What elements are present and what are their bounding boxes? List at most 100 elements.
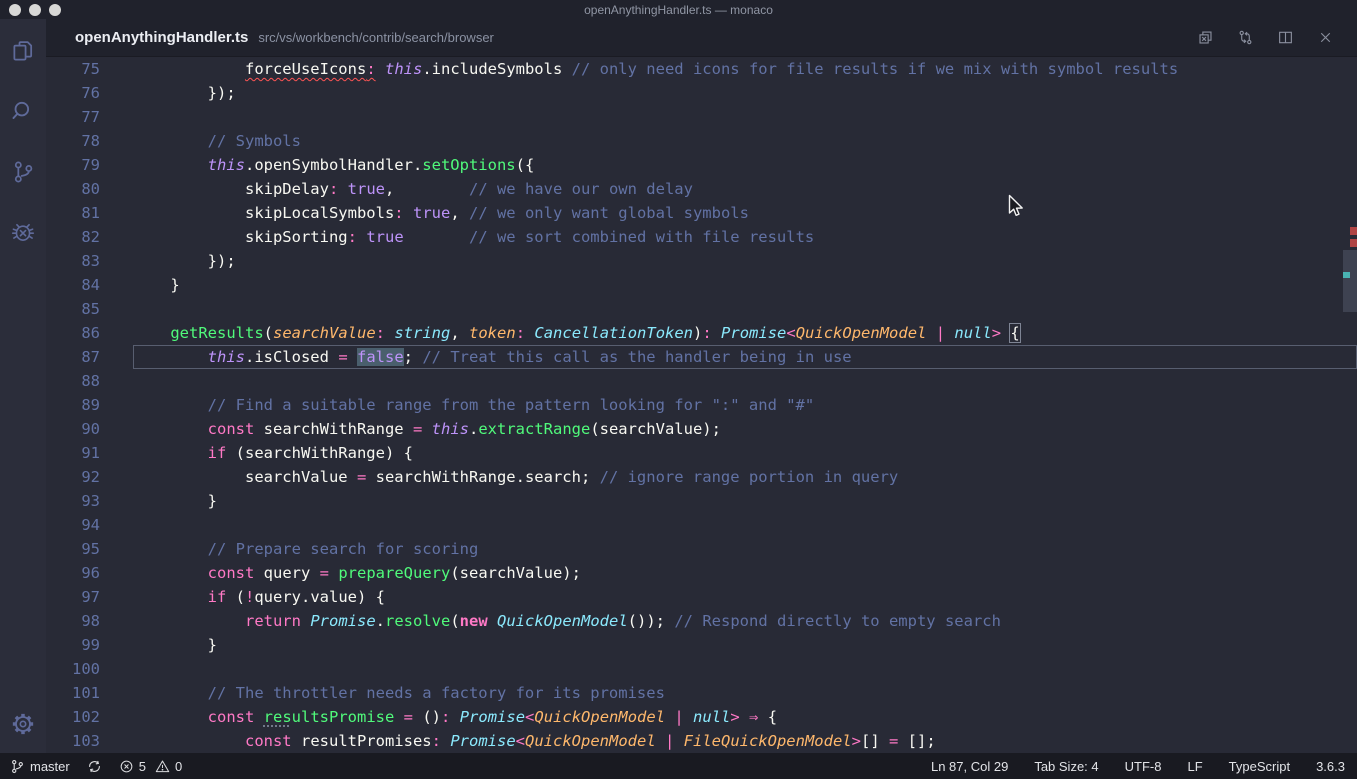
line-number: 88 <box>46 369 133 393</box>
title-bar: openAnythingHandler.ts — monaco <box>0 0 1357 19</box>
warning-icon <box>155 759 170 774</box>
line-number: 102 <box>46 705 133 729</box>
code-line[interactable]: 103 const resultPromises: Promise<QuickO… <box>46 729 1357 753</box>
line-number: 92 <box>46 465 133 489</box>
code-line[interactable]: 87 this.isClosed = false; // Treat this … <box>46 345 1357 369</box>
warning-count: 0 <box>175 759 182 774</box>
sync-icon <box>87 759 102 774</box>
code-text: this.openSymbolHandler.setOptions({ <box>133 153 534 177</box>
eol-status[interactable]: LF <box>1187 759 1202 774</box>
code-text: // The throttler needs a factory for its… <box>133 681 665 705</box>
encoding-status[interactable]: UTF-8 <box>1125 759 1162 774</box>
code-line[interactable]: 78 // Symbols <box>46 129 1357 153</box>
code-line[interactable]: 98 return Promise.resolve(new QuickOpenM… <box>46 609 1357 633</box>
code-line[interactable]: 76 }); <box>46 81 1357 105</box>
line-number: 90 <box>46 417 133 441</box>
code-lines: 75 forceUseIcons: this.includeSymbols //… <box>46 57 1357 753</box>
code-line[interactable]: 99 } <box>46 633 1357 657</box>
typescript-version-status[interactable]: 3.6.3 <box>1316 759 1345 774</box>
code-line[interactable]: 88 <box>46 369 1357 393</box>
code-text: const resultPromises: Promise<QuickOpenM… <box>133 729 936 753</box>
debug-icon[interactable] <box>8 217 38 247</box>
code-line[interactable]: 80 skipDelay: true, // we have our own d… <box>46 177 1357 201</box>
code-text: } <box>133 489 217 513</box>
line-number: 97 <box>46 585 133 609</box>
split-editor-icon[interactable] <box>1277 29 1294 46</box>
cursor-position-status[interactable]: Ln 87, Col 29 <box>931 759 1008 774</box>
code-line[interactable]: 92 searchValue = searchWithRange.search;… <box>46 465 1357 489</box>
git-branch-icon <box>10 759 25 774</box>
search-icon[interactable] <box>8 97 38 127</box>
line-number: 80 <box>46 177 133 201</box>
settings-gear-icon[interactable] <box>8 709 38 739</box>
language-mode-status[interactable]: TypeScript <box>1229 759 1290 774</box>
source-control-icon[interactable] <box>8 157 38 187</box>
code-line[interactable]: 84 } <box>46 273 1357 297</box>
line-number: 101 <box>46 681 133 705</box>
code-text: }); <box>133 81 236 105</box>
tab-size-status[interactable]: Tab Size: 4 <box>1034 759 1098 774</box>
code-line[interactable]: 100 <box>46 657 1357 681</box>
tab-file-path: src/vs/workbench/contrib/search/browser <box>258 30 494 45</box>
sync-status[interactable] <box>87 759 102 774</box>
line-number: 98 <box>46 609 133 633</box>
tab-openanythinghandler[interactable]: openAnythingHandler.ts src/vs/workbench/… <box>46 29 1197 46</box>
code-text: skipDelay: true, // we have our own dela… <box>133 177 693 201</box>
code-text: const query = prepareQuery(searchValue); <box>133 561 581 585</box>
scrollbar-slider[interactable] <box>1343 250 1357 312</box>
code-text: // Find a suitable range from the patter… <box>133 393 814 417</box>
code-text: skipSorting: true // we sort combined wi… <box>133 225 814 249</box>
compare-changes-icon[interactable] <box>1237 29 1254 46</box>
status-bar: master 5 <box>0 753 1357 779</box>
tab-filename: openAnythingHandler.ts <box>75 29 248 46</box>
git-branch-name: master <box>30 759 70 774</box>
code-text: // Symbols <box>133 129 301 153</box>
close-icon[interactable] <box>1317 29 1334 46</box>
code-text: } <box>133 633 217 657</box>
code-line[interactable]: 94 <box>46 513 1357 537</box>
open-changes-icon[interactable] <box>1197 29 1214 46</box>
code-line[interactable]: 75 forceUseIcons: this.includeSymbols //… <box>46 57 1357 81</box>
line-number: 86 <box>46 321 133 345</box>
editor-tab-bar: openAnythingHandler.ts src/vs/workbench/… <box>46 19 1357 57</box>
code-line[interactable]: 81 skipLocalSymbols: true, // we only wa… <box>46 201 1357 225</box>
code-line[interactable]: 93 } <box>46 489 1357 513</box>
line-number: 99 <box>46 633 133 657</box>
code-line[interactable]: 89 // Find a suitable range from the pat… <box>46 393 1357 417</box>
window-title: openAnythingHandler.ts — monaco <box>0 3 1357 17</box>
error-count: 5 <box>139 759 146 774</box>
error-icon <box>119 759 134 774</box>
code-line[interactable]: 86 getResults(searchValue: string, token… <box>46 321 1357 345</box>
code-line[interactable]: 97 if (!query.value) { <box>46 585 1357 609</box>
line-number: 79 <box>46 153 133 177</box>
code-text: searchValue = searchWithRange.search; //… <box>133 465 898 489</box>
code-line[interactable]: 85 <box>46 297 1357 321</box>
code-line[interactable]: 83 }); <box>46 249 1357 273</box>
line-number: 75 <box>46 57 133 81</box>
line-number: 77 <box>46 105 133 129</box>
code-line[interactable]: 79 this.openSymbolHandler.setOptions({ <box>46 153 1357 177</box>
code-text: forceUseIcons: this.includeSymbols // on… <box>133 57 1178 81</box>
code-line[interactable]: 101 // The throttler needs a factory for… <box>46 681 1357 705</box>
code-text: this.isClosed = false; // Treat this cal… <box>133 345 852 369</box>
line-number: 76 <box>46 81 133 105</box>
explorer-icon[interactable] <box>8 37 38 67</box>
code-text: getResults(searchValue: string, token: C… <box>133 321 1020 345</box>
code-line[interactable]: 82 skipSorting: true // we sort combined… <box>46 225 1357 249</box>
code-line[interactable]: 90 const searchWithRange = this.extractR… <box>46 417 1357 441</box>
code-line[interactable]: 91 if (searchWithRange) { <box>46 441 1357 465</box>
line-number: 103 <box>46 729 133 753</box>
code-text: return Promise.resolve(new QuickOpenMode… <box>133 609 1001 633</box>
git-branch-status[interactable]: master <box>10 759 70 774</box>
code-editor[interactable]: 75 forceUseIcons: this.includeSymbols //… <box>46 57 1357 753</box>
editor-actions <box>1197 29 1357 46</box>
code-line[interactable]: 102 const resultsPromise = (): Promise<Q… <box>46 705 1357 729</box>
code-text: if (!query.value) { <box>133 585 385 609</box>
line-number: 93 <box>46 489 133 513</box>
code-line[interactable]: 77 <box>46 105 1357 129</box>
problems-status[interactable]: 5 0 <box>119 759 182 774</box>
line-number: 95 <box>46 537 133 561</box>
code-line[interactable]: 96 const query = prepareQuery(searchValu… <box>46 561 1357 585</box>
code-line[interactable]: 95 // Prepare search for scoring <box>46 537 1357 561</box>
line-number: 84 <box>46 273 133 297</box>
